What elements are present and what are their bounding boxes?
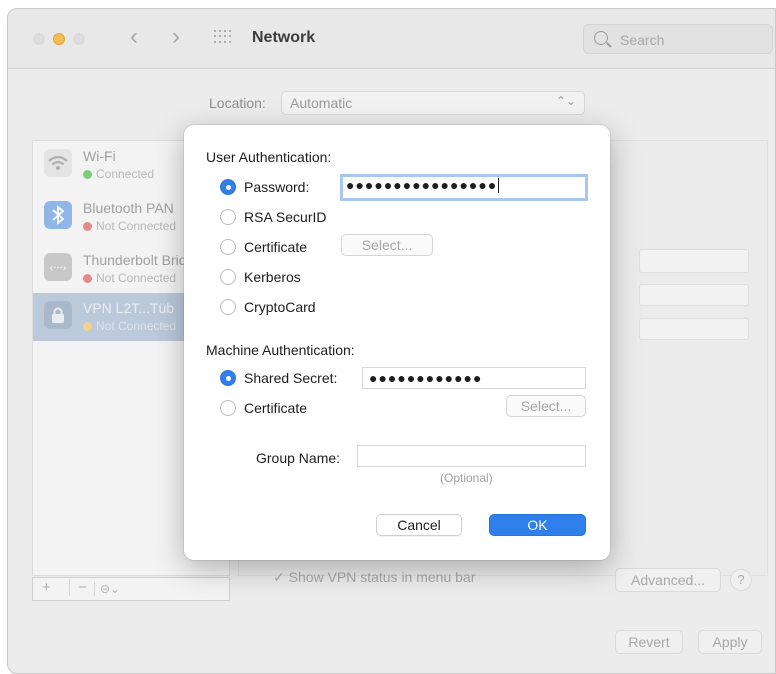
ghost-field xyxy=(639,318,749,340)
help-button[interactable]: ? xyxy=(730,569,752,591)
service-status: Not Connected xyxy=(83,319,176,333)
service-actions-button[interactable]: ⊝⌄ xyxy=(94,582,120,596)
service-status: Not Connected xyxy=(83,271,176,285)
user-certificate-radio[interactable]: Certificate xyxy=(220,237,307,257)
search-placeholder: Search xyxy=(620,32,665,48)
window-title: Network xyxy=(252,29,316,46)
zoom-window-button[interactable] xyxy=(73,33,85,45)
service-status: Connected xyxy=(83,167,154,181)
user-certificate-select-button[interactable]: Select... xyxy=(341,234,433,256)
thunderbolt-icon: ‹···› xyxy=(44,253,72,281)
bluetooth-icon xyxy=(44,201,72,229)
password-input[interactable]: ●●●●●●●●●●●●●●●● xyxy=(340,174,588,201)
radio-label: Shared Secret: xyxy=(244,370,338,386)
add-service-button[interactable]: + xyxy=(42,579,51,596)
machine-authentication-title: Machine Authentication: xyxy=(206,342,355,358)
user-authentication-title: User Authentication: xyxy=(206,149,332,165)
lock-icon xyxy=(44,301,72,329)
show-all-grid-icon[interactable] xyxy=(214,30,232,44)
shared-secret-input[interactable]: ●●●●●●●●●●●● xyxy=(362,367,586,389)
status-dot-icon xyxy=(83,322,92,331)
status-dot-icon xyxy=(83,222,92,231)
remove-service-button[interactable]: − xyxy=(69,579,87,596)
machine-certificate-radio[interactable]: Certificate xyxy=(220,398,307,418)
service-status: Not Connected xyxy=(83,219,176,233)
ghost-select xyxy=(639,249,749,273)
wifi-icon xyxy=(44,149,72,177)
minimize-window-button[interactable] xyxy=(53,33,65,45)
back-button[interactable]: ‹ xyxy=(130,23,138,51)
ghost-field xyxy=(639,284,749,306)
radio-label: Certificate xyxy=(244,400,308,416)
cancel-button[interactable]: Cancel xyxy=(376,514,462,536)
location-select[interactable]: Automatic ⌃⌄ xyxy=(281,91,585,115)
group-name-input[interactable] xyxy=(357,445,586,467)
text-caret xyxy=(498,178,500,193)
location-label: Location: xyxy=(209,95,266,111)
show-vpn-status-checkbox[interactable]: ✓ Show VPN status in menu bar xyxy=(273,569,475,586)
radio-label: Certificate xyxy=(244,239,308,255)
radio-selected-icon xyxy=(220,370,236,386)
close-window-button[interactable] xyxy=(33,33,45,45)
title-bar: ‹ › Network Search xyxy=(8,9,775,69)
sidebar-toolbar: + − ⊝⌄ xyxy=(32,577,230,601)
radio-unselected-icon xyxy=(220,400,236,416)
radio-unselected-icon xyxy=(220,269,236,285)
group-name-label: Group Name: xyxy=(256,450,341,466)
status-dot-icon xyxy=(83,274,92,283)
radio-unselected-icon xyxy=(220,209,236,225)
search-icon xyxy=(594,31,608,45)
radio-label: Password: xyxy=(244,179,310,195)
cryptocard-radio[interactable]: CryptoCard xyxy=(220,297,316,317)
authentication-settings-sheet: User Authentication: Password: ●●●●●●●●●… xyxy=(184,125,610,560)
location-value: Automatic xyxy=(290,95,353,111)
radio-unselected-icon xyxy=(220,239,236,255)
radio-label: CryptoCard xyxy=(244,299,316,315)
forward-button[interactable]: › xyxy=(172,23,180,51)
service-name: VPN L2T...Tüb xyxy=(83,300,175,316)
radio-selected-icon xyxy=(220,179,236,195)
search-field[interactable]: Search xyxy=(583,24,773,54)
shared-secret-radio[interactable]: Shared Secret: xyxy=(220,368,337,388)
advanced-button[interactable]: Advanced... xyxy=(615,568,721,592)
updown-chevron-icon: ⌃⌄ xyxy=(555,94,576,108)
service-name: Bluetooth PAN xyxy=(83,200,174,216)
svg-text:‹···›: ‹···› xyxy=(49,263,67,274)
password-radio[interactable]: Password: xyxy=(220,177,309,197)
kerberos-radio[interactable]: Kerberos xyxy=(220,267,301,287)
rsa-securid-radio[interactable]: RSA SecurID xyxy=(220,207,326,227)
group-name-hint: (Optional) xyxy=(440,471,493,485)
machine-certificate-select-button[interactable]: Select... xyxy=(506,395,586,417)
radio-label: Kerberos xyxy=(244,269,301,285)
ok-button[interactable]: OK xyxy=(489,514,586,536)
revert-button[interactable]: Revert xyxy=(615,630,683,654)
radio-unselected-icon xyxy=(220,299,236,315)
radio-label: RSA SecurID xyxy=(244,209,327,225)
service-name: Wi-Fi xyxy=(83,148,116,164)
apply-button[interactable]: Apply xyxy=(698,630,762,654)
status-dot-icon xyxy=(83,170,92,179)
